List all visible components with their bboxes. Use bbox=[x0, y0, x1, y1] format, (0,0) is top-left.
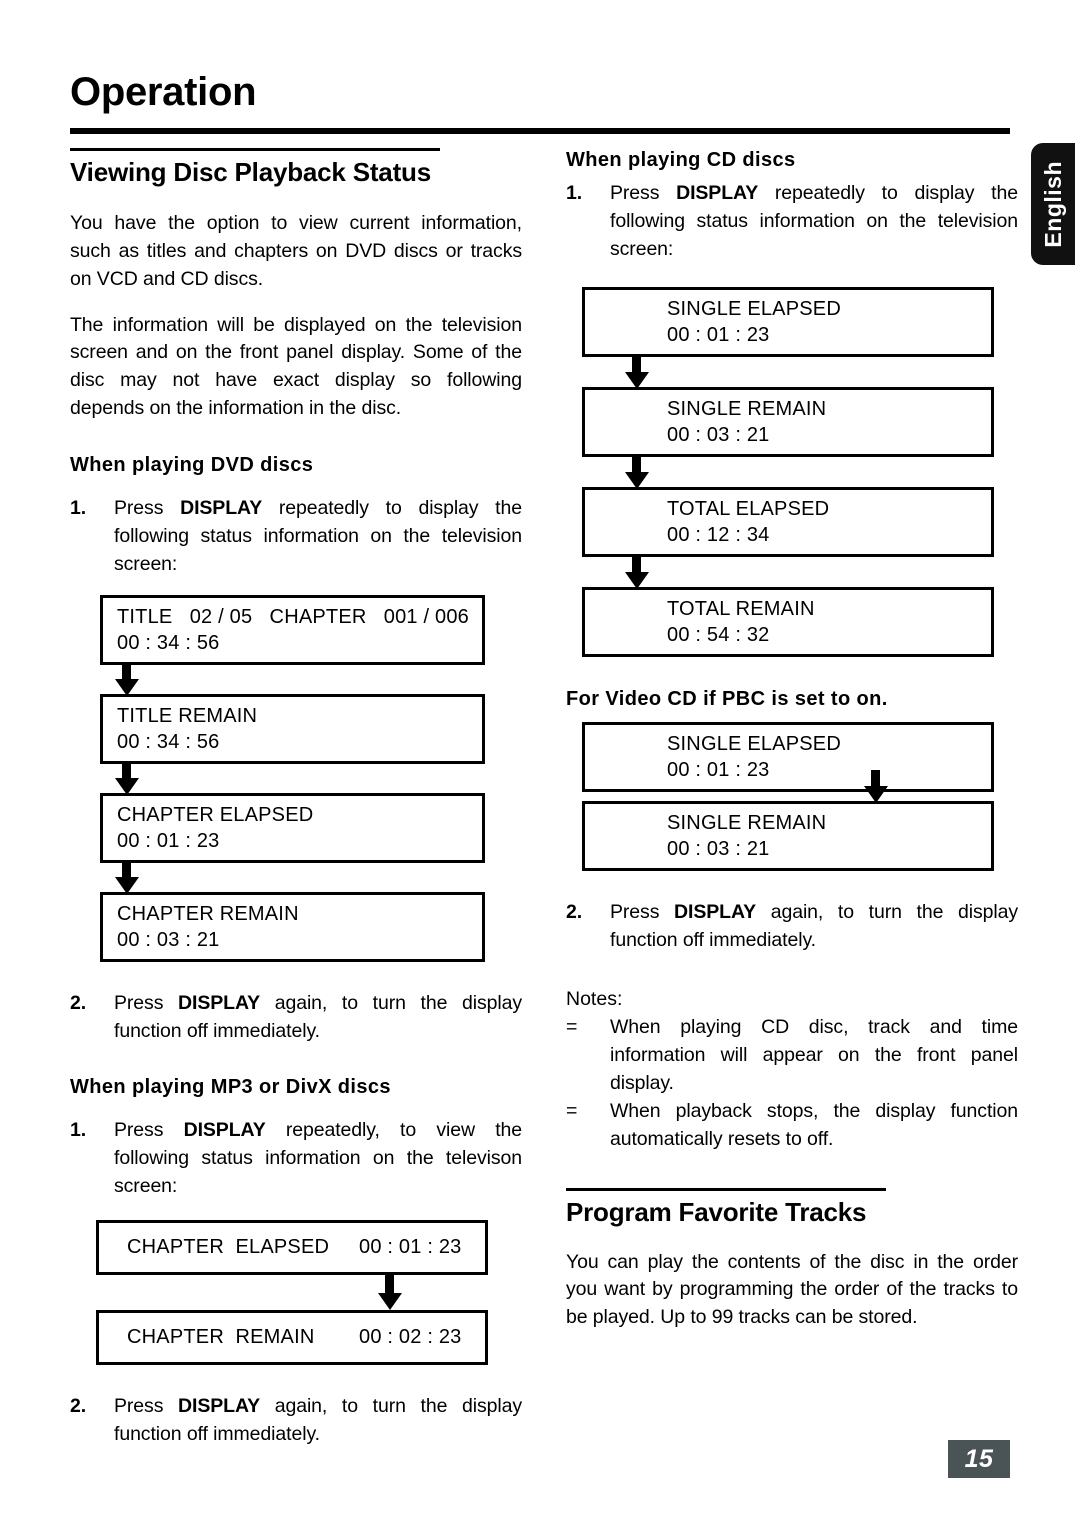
cd-flow-box-3: TOTAL ELAPSED 00 : 12 : 34 bbox=[582, 486, 994, 557]
cd-flow-box-3-line1: TOTAL ELAPSED bbox=[667, 497, 830, 520]
cd-flow-box-1: SINGLE ELAPSED 00 : 01 : 23 bbox=[582, 286, 994, 357]
pbc-step-2-number: 2. bbox=[566, 900, 583, 923]
cd-flow-box-3-line2: 00 : 12 : 34 bbox=[667, 523, 770, 546]
dvd-flow-box-4-line1: CHAPTER REMAIN bbox=[117, 902, 299, 925]
mp3-flow-diagram: CHAPTER ELAPSED 00 : 01 : 23 CHAPTER REM… bbox=[96, 1220, 522, 1366]
dvd-arrow-1 bbox=[100, 664, 522, 696]
note-text-2: When playback stops, the display functio… bbox=[610, 1099, 1018, 1150]
cd-flow-box-2-line1: SINGLE REMAIN bbox=[667, 397, 827, 420]
cd-flow-diagram: SINGLE ELAPSED 00 : 01 : 23 SINGLE REMAI… bbox=[582, 286, 1018, 657]
mp3-step-1-text: Press DISPLAY repeatedly, to view the fo… bbox=[114, 1119, 522, 1198]
notes-label: Notes: bbox=[566, 988, 623, 1011]
note-item-2: = When playback stops, the display funct… bbox=[566, 1098, 1018, 1154]
mp3-flow-box-2-label: CHAPTER REMAIN bbox=[127, 1326, 315, 1349]
intro-paragraph-2: The information will be displayed on the… bbox=[70, 313, 522, 420]
mp3-step-2-text: Press DISPLAY again, to turn the display… bbox=[114, 1395, 522, 1445]
pbc-arrow-1 bbox=[582, 769, 1018, 803]
cd-arrow-1 bbox=[582, 356, 1018, 389]
mp3-step-2-number: 2. bbox=[70, 1395, 87, 1418]
dvd-flow-box-3: CHAPTER ELAPSED 00 : 01 : 23 bbox=[100, 792, 485, 863]
dvd-step-1-text: Press DISPLAY repeatedly to display the … bbox=[114, 497, 522, 575]
section-heading-viewing-status: Viewing Disc Playback Status bbox=[70, 157, 431, 187]
note-bullet-2: = bbox=[566, 1099, 578, 1122]
page-title: Operation bbox=[70, 70, 257, 114]
program-heading-group: Program Favorite Tracks bbox=[566, 1187, 1018, 1228]
dvd-step-1-number: 1. bbox=[70, 497, 87, 520]
language-tab: English bbox=[1031, 143, 1075, 265]
pbc-flow-box-1-line1: SINGLE ELAPSED bbox=[667, 732, 841, 755]
dvd-flow-box-2: TITLE REMAIN 00 : 34 : 56 bbox=[100, 693, 485, 764]
subheading-dvd: When playing DVD discs bbox=[70, 454, 314, 477]
mp3-flow-box-2-time: 00 : 02 : 23 bbox=[359, 1326, 462, 1349]
cd-flow-box-2: SINGLE REMAIN 00 : 03 : 21 bbox=[582, 386, 994, 457]
mp3-step-2: 2. Press DISPLAY again, to turn the disp… bbox=[70, 1393, 522, 1449]
viewing-status-heading-group: Viewing Disc Playback Status bbox=[70, 148, 522, 188]
mp3-step-1-number: 1. bbox=[70, 1119, 87, 1142]
dvd-flow-box-4-line2: 00 : 03 : 21 bbox=[117, 928, 220, 951]
cd-flow-box-1-line2: 00 : 01 : 23 bbox=[667, 323, 770, 346]
subheading-cd: When playing CD discs bbox=[566, 149, 796, 171]
pbc-flow-box-1-line2: 00 : 01 : 23 bbox=[667, 758, 770, 781]
cd-step-1-number: 1. bbox=[566, 182, 583, 204]
note-bullet-1: = bbox=[566, 1016, 578, 1039]
pbc-step-2-text: Press DISPLAY again, to turn the display… bbox=[610, 900, 1018, 951]
dvd-flow-box-3-line1: CHAPTER ELAPSED bbox=[117, 803, 314, 826]
pbc-flow-diagram: SINGLE ELAPSED 00 : 01 : 23 SINGLE REMAI… bbox=[582, 721, 1018, 871]
dvd-flow-box-1-line1: TITLE 02 / 05 CHAPTER 001 / 006 bbox=[117, 605, 469, 628]
title-divider bbox=[70, 128, 1010, 134]
cd-step-1: 1. Press DISPLAY repeatedly to display t… bbox=[566, 180, 1018, 264]
mp3-arrow-1 bbox=[96, 1275, 522, 1311]
program-paragraph: You can play the contents of the disc in… bbox=[566, 1250, 1018, 1329]
right-column: When playing CD discs 1. Press DISPLAY r… bbox=[566, 148, 1018, 1332]
note-item-1: = When playing CD disc, track and time i… bbox=[566, 1014, 1018, 1098]
cd-flow-box-4: TOTAL REMAIN 00 : 54 : 32 bbox=[582, 586, 994, 657]
mp3-flow-box-2: CHAPTER REMAIN 00 : 02 : 23 bbox=[96, 1310, 488, 1366]
cd-flow-box-4-line1: TOTAL REMAIN bbox=[667, 597, 815, 620]
program-heading-rule bbox=[566, 1187, 886, 1191]
pbc-flow-box-2-line1: SINGLE REMAIN bbox=[667, 811, 827, 834]
mp3-step-1: 1. Press DISPLAY repeatedly, to view the… bbox=[70, 1117, 522, 1201]
pbc-flow-box-2-line2: 00 : 03 : 21 bbox=[667, 837, 770, 860]
heading-rule bbox=[70, 148, 440, 151]
mp3-flow-box-1-label: CHAPTER ELAPSED bbox=[127, 1236, 330, 1259]
pbc-flow-box-2: SINGLE REMAIN 00 : 03 : 21 bbox=[582, 800, 994, 871]
cd-step-1-text: Press DISPLAY repeatedly to display the … bbox=[610, 182, 1018, 260]
section-heading-program: Program Favorite Tracks bbox=[566, 1196, 867, 1227]
document-page: Operation English Viewing Disc Playback … bbox=[0, 0, 1080, 1529]
dvd-flow-box-4: CHAPTER REMAIN 00 : 03 : 21 bbox=[100, 891, 485, 962]
language-tab-label: English bbox=[1039, 160, 1066, 248]
dvd-step-1: 1. Press DISPLAY repeatedly to display t… bbox=[70, 495, 522, 579]
dvd-flow-box-3-line2: 00 : 01 : 23 bbox=[117, 829, 220, 852]
cd-arrow-2 bbox=[582, 456, 1018, 489]
cd-arrow-3 bbox=[582, 556, 1018, 589]
dvd-flow-box-1-line2: 00 : 34 : 56 bbox=[117, 631, 220, 654]
pbc-step-2: 2. Press DISPLAY again, to turn the disp… bbox=[566, 899, 1018, 955]
note-text-1: When playing CD disc, track and time inf… bbox=[610, 1016, 1018, 1094]
dvd-step-2-text: Press DISPLAY again, to turn the display… bbox=[114, 991, 522, 1042]
cd-flow-box-1-line1: SINGLE ELAPSED bbox=[667, 297, 841, 320]
dvd-flow-diagram: TITLE 02 / 05 CHAPTER 001 / 006 00 : 34 … bbox=[100, 594, 522, 962]
dvd-arrow-2 bbox=[100, 763, 522, 795]
dvd-arrow-3 bbox=[100, 862, 522, 894]
mp3-flow-box-1: CHAPTER ELAPSED 00 : 01 : 23 bbox=[96, 1220, 488, 1276]
dvd-flow-box-1: TITLE 02 / 05 CHAPTER 001 / 006 00 : 34 … bbox=[100, 594, 485, 665]
page-number-badge: 15 bbox=[948, 1440, 1010, 1478]
dvd-step-2-number: 2. bbox=[70, 991, 87, 1014]
subheading-mp3: When playing MP3 or DivX discs bbox=[70, 1076, 391, 1099]
mp3-flow-box-1-time: 00 : 01 : 23 bbox=[359, 1236, 462, 1259]
intro-paragraph-1: You have the option to view current info… bbox=[70, 211, 522, 290]
pbc-flow-box-1: SINGLE ELAPSED 00 : 01 : 23 bbox=[582, 721, 994, 792]
dvd-flow-box-2-line2: 00 : 34 : 56 bbox=[117, 730, 220, 753]
left-column: Viewing Disc Playback Status You have th… bbox=[70, 148, 522, 1449]
dvd-step-2: 2. Press DISPLAY again, to turn the disp… bbox=[70, 990, 522, 1046]
cd-flow-box-4-line2: 00 : 54 : 32 bbox=[667, 623, 770, 646]
cd-flow-box-2-line2: 00 : 03 : 21 bbox=[667, 423, 770, 446]
subheading-pbc: For Video CD if PBC is set to on. bbox=[566, 687, 888, 710]
dvd-flow-box-2-line1: TITLE REMAIN bbox=[117, 704, 258, 727]
